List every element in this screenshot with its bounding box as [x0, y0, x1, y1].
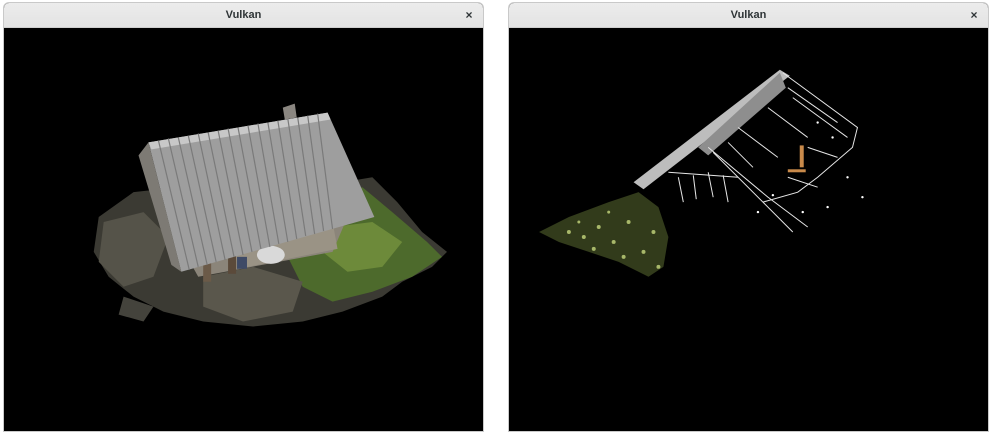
vegetation-points	[539, 192, 669, 277]
window-frame-points	[787, 145, 806, 173]
close-icon[interactable]: ×	[461, 7, 477, 23]
window-titlebar[interactable]: Vulkan ×	[509, 3, 988, 28]
close-icon[interactable]: ×	[966, 7, 982, 23]
vulkan-window-left: Vulkan ×	[3, 2, 484, 432]
window-title: Vulkan	[225, 9, 262, 21]
point-cloud-model	[539, 69, 864, 277]
textured-house-model	[93, 103, 447, 327]
window-title: Vulkan	[730, 9, 767, 21]
roof-points	[633, 69, 790, 190]
vulkan-window-right: Vulkan ×	[508, 2, 989, 432]
render-viewport-textured[interactable]	[4, 28, 483, 431]
render-viewport-pointcloud[interactable]	[509, 28, 988, 431]
window-titlebar[interactable]: Vulkan ×	[4, 3, 483, 28]
